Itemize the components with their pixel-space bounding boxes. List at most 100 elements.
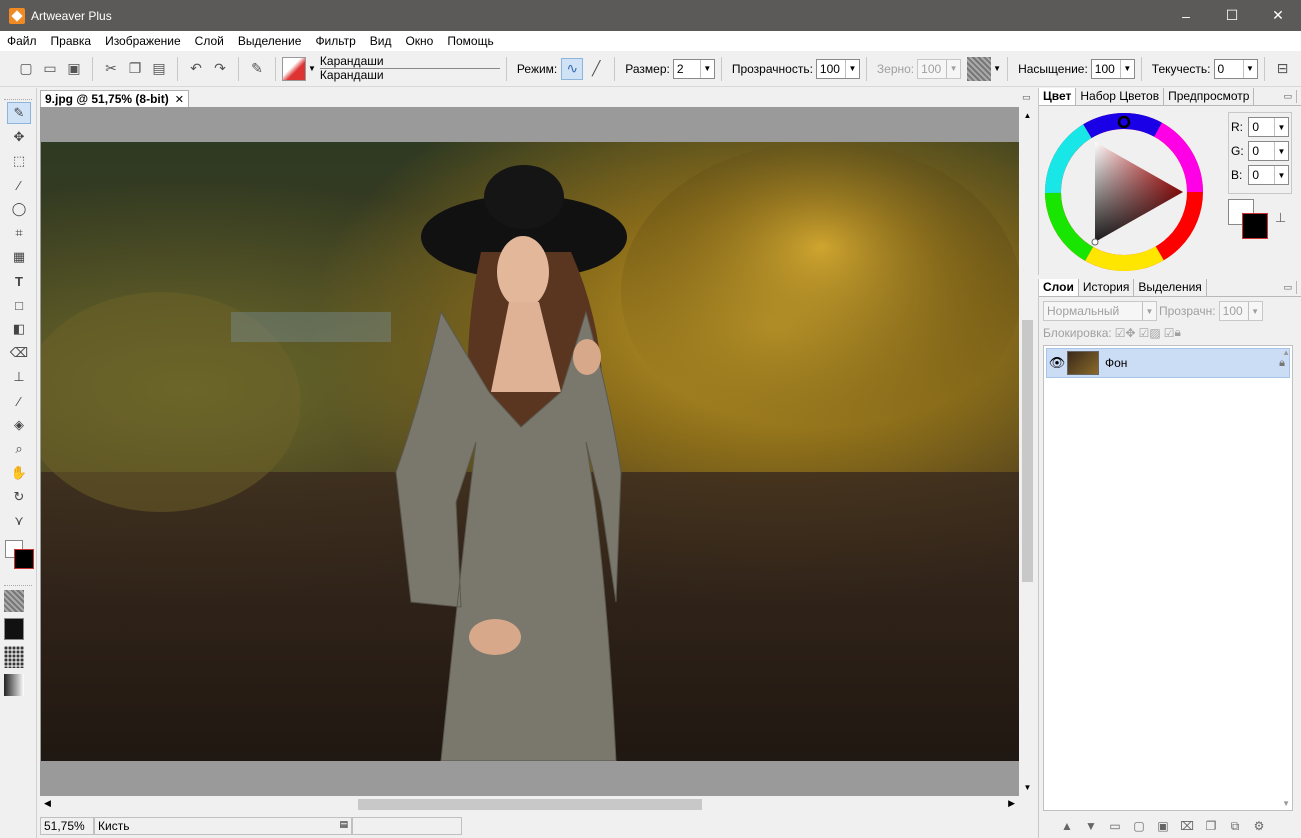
chevron-down-icon[interactable]: ▼ (1119, 59, 1134, 78)
panel-menu-icon[interactable]: ▭ (1279, 281, 1297, 294)
lasso-tool-icon[interactable]: ◯ (7, 198, 31, 220)
brush-tool-icon[interactable]: ✎ (7, 102, 31, 124)
minimize-button[interactable]: – (1163, 0, 1209, 31)
layer-mask-icon[interactable]: ▣ (1151, 819, 1175, 834)
stamp-color-icon[interactable]: ⊥ (1275, 210, 1286, 226)
saturation-combo[interactable]: 100 ▼ (1090, 58, 1135, 79)
chevron-down-icon[interactable]: ▼ (844, 59, 859, 78)
maximize-button[interactable]: ☐ (1209, 0, 1255, 31)
tab-preview[interactable]: Предпросмотр (1164, 88, 1255, 105)
hand-tool-icon[interactable]: ✋ (7, 462, 31, 484)
size-combo[interactable]: 2 ▼ (672, 58, 715, 79)
freehand-mode-icon[interactable]: ∿ (561, 57, 584, 80)
menu-selection[interactable]: Выделение (231, 34, 309, 48)
brush-tip-preset-icon[interactable] (4, 646, 24, 668)
chevron-up-icon[interactable]: ▲ (1282, 348, 1290, 357)
paste-icon[interactable]: ▤ (148, 58, 170, 80)
shade-handle[interactable] (1091, 238, 1099, 246)
pencil-tool-icon[interactable]: ✎ (246, 58, 268, 80)
foreground-color-swatch[interactable] (14, 549, 34, 569)
text-tool-icon[interactable]: T (7, 270, 31, 292)
tab-color[interactable]: Цвет (1039, 88, 1077, 105)
menu-image[interactable]: Изображение (98, 34, 188, 48)
eraser-tool-icon[interactable]: ⌫ (7, 342, 31, 364)
texture-icon[interactable] (967, 56, 992, 81)
new-folder-icon[interactable]: ▭ (1103, 819, 1127, 834)
b-input[interactable]: 0 ▼ (1248, 165, 1289, 185)
chevron-left-icon[interactable]: ◀ (44, 798, 51, 809)
blend-mode-select[interactable]: Нормальный ▼ (1043, 301, 1157, 321)
opacity-combo[interactable]: 100 ▼ (815, 58, 860, 79)
gradient-tool-icon[interactable]: ◧ (7, 318, 31, 340)
menu-filter[interactable]: Фильтр (308, 34, 362, 48)
pattern-preset-icon[interactable] (4, 618, 24, 640)
crop-tool-icon[interactable]: ⌗ (7, 222, 31, 244)
reset-options-icon[interactable]: ⊟ (1272, 58, 1294, 80)
duplicate-layer-icon[interactable]: ❐ (1199, 819, 1223, 834)
warp-tool-icon[interactable]: ⋎ (7, 510, 31, 532)
g-input[interactable]: 0 ▼ (1248, 141, 1289, 161)
chevron-down-icon[interactable]: ▼ (1242, 59, 1257, 78)
copy-icon[interactable]: ❐ (124, 58, 146, 80)
flow-combo[interactable]: 0 ▼ (1213, 58, 1258, 79)
chevron-down-icon[interactable]: ▼ (308, 64, 316, 73)
cut-icon[interactable]: ✂ (100, 58, 122, 80)
brush-preset-names[interactable]: Карандаши Карандаши (319, 55, 500, 82)
chevron-down-icon[interactable]: ▼ (1274, 142, 1288, 160)
fill-bucket-tool-icon[interactable]: ◈ (7, 414, 31, 436)
chevron-down-icon[interactable]: ▼ (1274, 118, 1288, 136)
clone-stamp-tool-icon[interactable]: ⊥ (7, 366, 31, 388)
shape-tool-icon[interactable]: □ (7, 294, 31, 316)
merge-layer-icon[interactable]: ⧉ (1223, 819, 1247, 834)
panel-menu-icon[interactable]: ▭ (1279, 90, 1297, 103)
tab-history[interactable]: История (1079, 279, 1135, 296)
horizontal-scroll-thumb[interactable] (358, 799, 702, 810)
horizontal-scrollbar[interactable]: ◀ ▶ (40, 796, 1019, 813)
status-menu-icon[interactable]: ▤ (339, 819, 348, 833)
chevron-down-icon[interactable]: ▼ (1274, 166, 1288, 184)
save-icon[interactable]: ▣ (63, 58, 85, 80)
chevron-down-icon[interactable]: ▼ (1247, 302, 1262, 320)
canvas-image[interactable] (41, 142, 1019, 761)
layer-item[interactable]: 👁︎ Фон 🔒︎ (1046, 348, 1290, 378)
chevron-right-icon[interactable]: ▶ (1008, 798, 1015, 809)
menu-edit[interactable]: Правка (44, 34, 99, 48)
layer-settings-icon[interactable]: ⚙︎ (1247, 819, 1271, 834)
vertical-scroll-thumb[interactable] (1022, 320, 1033, 582)
move-tool-icon[interactable]: ✥ (7, 126, 31, 148)
gradient-preset-icon[interactable] (4, 674, 24, 696)
chevron-down-icon[interactable]: ▼ (1282, 799, 1290, 808)
eye-icon[interactable]: 👁︎ (1047, 355, 1067, 371)
layer-opacity-input[interactable]: 100 ▼ (1218, 301, 1263, 321)
open-file-icon[interactable]: ▭ (39, 58, 61, 80)
document-menu-icon[interactable]: ▭ (1022, 92, 1031, 103)
delete-layer-icon[interactable]: ⌧ (1175, 819, 1199, 834)
new-file-icon[interactable]: ▢ (15, 58, 37, 80)
chevron-down-icon[interactable]: ▼ (993, 64, 1001, 73)
color-wheel[interactable] (1043, 108, 1213, 276)
menu-window[interactable]: Окно (398, 34, 440, 48)
lock-all-checkbox[interactable]: ☑ (1164, 326, 1175, 340)
perspective-tool-icon[interactable]: ▦ (7, 246, 31, 268)
lock-move-checkbox[interactable]: ☑ (1139, 326, 1150, 340)
chevron-down-icon[interactable]: ▼ (1142, 302, 1156, 320)
rect-select-tool-icon[interactable]: ⬚ (7, 150, 31, 172)
canvas-area[interactable] (40, 107, 1019, 796)
eyedropper-tool-icon[interactable]: ⁄ (7, 390, 31, 412)
new-layer-icon[interactable]: ▢ (1127, 819, 1151, 834)
panel-foreground-swatch[interactable] (1242, 213, 1268, 239)
close-button[interactable]: ✕ (1255, 0, 1301, 31)
tab-swatches[interactable]: Набор Цветов (1076, 88, 1165, 105)
lock-transparency-checkbox[interactable]: ☑ (1115, 326, 1126, 340)
line-mode-icon[interactable]: ╱ (585, 58, 607, 80)
menu-file[interactable]: Файл (0, 34, 44, 48)
document-tab[interactable]: 9.jpg @ 51,75% (8-bit) ✕ (40, 90, 189, 107)
texture-preset-icon[interactable] (4, 590, 24, 612)
menu-help[interactable]: Помощь (440, 34, 500, 48)
tab-layers[interactable]: Слои (1039, 279, 1079, 296)
vertical-scrollbar[interactable]: ▲ ▼ (1019, 107, 1036, 796)
chevron-up-icon[interactable]: ▲ (1019, 111, 1036, 120)
close-icon[interactable]: ✕ (175, 93, 184, 106)
move-layer-up-icon[interactable]: ▲ (1055, 819, 1079, 834)
magic-wand-tool-icon[interactable]: ⁄ (7, 174, 31, 196)
